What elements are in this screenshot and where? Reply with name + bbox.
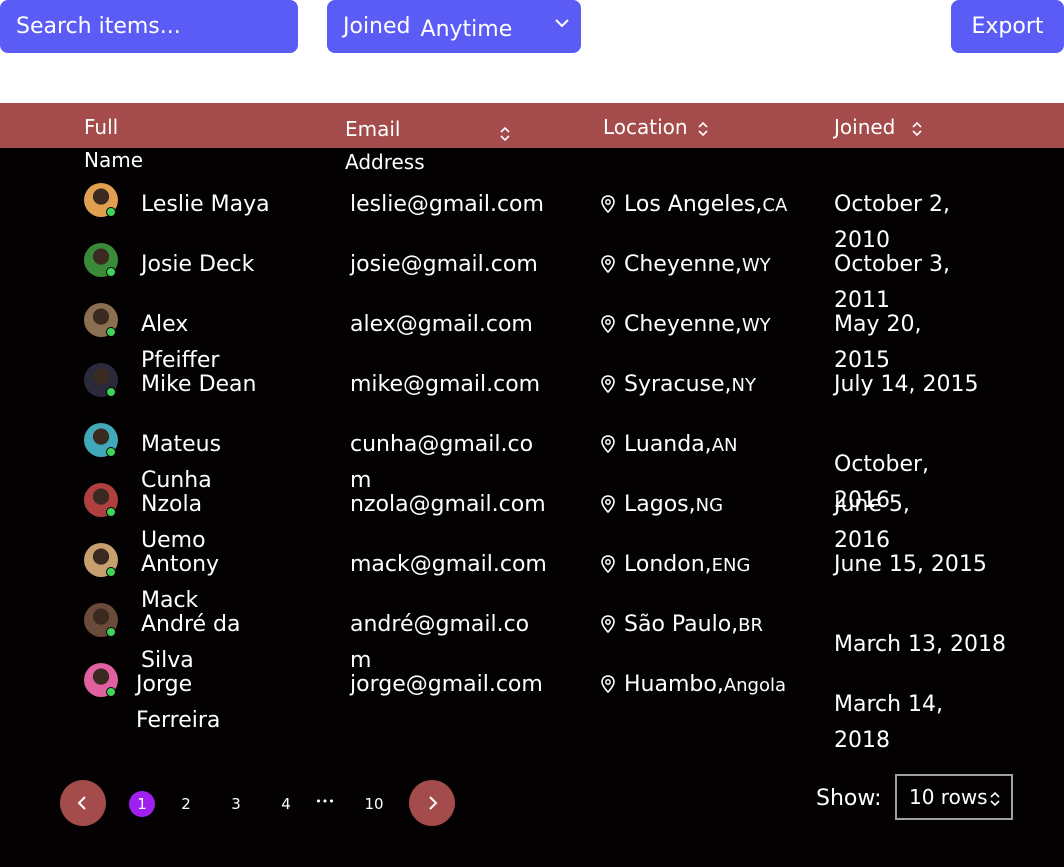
prev-page-button[interactable] bbox=[60, 780, 106, 826]
joined-filter-dropdown[interactable]: Joined Anytime bbox=[327, 0, 581, 53]
user-location: Luanda,AN bbox=[600, 427, 737, 464]
location-city: São Paulo, bbox=[624, 612, 739, 637]
online-status-dot bbox=[106, 447, 116, 457]
location-state: AN bbox=[711, 435, 738, 456]
next-page-button[interactable] bbox=[409, 780, 455, 826]
user-email[interactable]: alex@gmail.com bbox=[350, 307, 550, 343]
page-1-button[interactable]: 1 bbox=[129, 791, 155, 817]
online-status-dot bbox=[106, 567, 116, 577]
online-status-dot bbox=[106, 207, 116, 217]
location-state: ENG bbox=[711, 555, 751, 576]
search-input[interactable] bbox=[0, 0, 298, 53]
location-city: Los Angeles, bbox=[624, 192, 763, 217]
location-state: Angola bbox=[723, 675, 787, 696]
location-city: Luanda, bbox=[624, 432, 712, 457]
user-location: Los Angeles,CA bbox=[600, 187, 787, 224]
user-joined-date: March 14, 2018 bbox=[834, 692, 944, 753]
column-header-joined[interactable]: Joined bbox=[834, 111, 922, 144]
user-email[interactable]: mack@gmail.com bbox=[350, 547, 550, 583]
column-header-location[interactable]: Location bbox=[603, 111, 708, 144]
user-joined-date: July 14, 2015 bbox=[834, 372, 979, 397]
rows-value: 10 rows bbox=[909, 785, 988, 809]
online-status-dot bbox=[106, 387, 116, 397]
location-pin-icon bbox=[601, 495, 615, 514]
user-email[interactable]: nzola@gmail.com bbox=[350, 487, 550, 523]
location-city: Cheyenne, bbox=[624, 312, 742, 337]
user-name: Mike Dean bbox=[141, 372, 257, 397]
table-row[interactable]: Josie Deck josie@gmail.com Cheyenne,WY Octo… bbox=[0, 243, 1064, 313]
page-10-button[interactable]: 10 bbox=[361, 791, 387, 817]
online-status-dot bbox=[106, 687, 116, 697]
chevron-left-icon bbox=[77, 796, 86, 810]
location-pin-icon bbox=[601, 195, 615, 214]
table-row[interactable]: Leslie Maya leslie@gmail.com Los Angeles,C… bbox=[0, 183, 1064, 253]
location-pin-icon bbox=[601, 435, 615, 454]
export-label: Export bbox=[971, 14, 1044, 39]
column-header-name[interactable]: Full Name bbox=[84, 111, 174, 177]
show-rows-label: Show: bbox=[816, 786, 882, 811]
location-state: NY bbox=[731, 375, 757, 396]
user-location: Cheyenne,WY bbox=[600, 307, 771, 344]
user-location: Syracuse,NY bbox=[600, 367, 756, 404]
sort-icon bbox=[912, 121, 922, 137]
online-status-dot bbox=[106, 627, 116, 637]
filter-label: Joined bbox=[343, 14, 411, 39]
location-pin-icon bbox=[601, 555, 615, 574]
sort-icon bbox=[698, 121, 708, 137]
user-location: Huambo,Angola bbox=[600, 667, 786, 704]
table-row[interactable]: Mike Dean mike@gmail.com Syracuse,NY July 1… bbox=[0, 363, 1064, 423]
location-state: WY bbox=[741, 315, 771, 336]
user-name: Josie Deck bbox=[141, 252, 255, 277]
location-pin-icon bbox=[601, 675, 615, 694]
user-name: Jorge Ferreira bbox=[136, 672, 221, 733]
online-status-dot bbox=[106, 327, 116, 337]
users-table: Full Name Email Address Location Joined … bbox=[0, 103, 1064, 867]
rows-per-page-select[interactable]: 10 rows bbox=[895, 774, 1013, 820]
table-row[interactable]: Jorge Ferreira jorge@gmail.com Huambo,Ango… bbox=[0, 663, 1064, 753]
page-3-button[interactable]: 3 bbox=[223, 791, 249, 817]
chevron-down-icon bbox=[555, 19, 569, 28]
location-pin-icon bbox=[601, 375, 615, 394]
table-row[interactable]: Mateus Cunha cunha@gmail.com Luanda,AN Octo… bbox=[0, 423, 1064, 513]
chevron-right-icon bbox=[429, 796, 438, 810]
table-row[interactable]: Nzola Uemo nzola@gmail.com Lagos,NG June 5,… bbox=[0, 483, 1064, 553]
user-location: London,ENG bbox=[600, 547, 750, 584]
location-state: NG bbox=[695, 495, 724, 516]
location-pin-icon bbox=[601, 255, 615, 274]
export-button[interactable]: Export bbox=[951, 0, 1064, 53]
user-location: São Paulo,BR bbox=[600, 607, 763, 644]
location-pin-icon bbox=[601, 615, 615, 634]
location-state: CA bbox=[762, 195, 788, 216]
location-city: London, bbox=[624, 552, 712, 577]
sort-icon bbox=[500, 126, 510, 142]
column-header-email[interactable]: Email Address bbox=[345, 113, 510, 179]
user-joined-date: March 13, 2018 bbox=[834, 632, 1007, 657]
page-2-button[interactable]: 2 bbox=[173, 791, 199, 817]
filter-value: Anytime bbox=[420, 17, 513, 42]
select-arrows-icon bbox=[990, 791, 1000, 807]
location-city: Lagos, bbox=[624, 492, 696, 517]
table-row[interactable]: Antony Mack mack@gmail.com London,ENG June … bbox=[0, 543, 1064, 613]
user-email[interactable]: mike@gmail.com bbox=[350, 367, 550, 403]
location-city: Huambo, bbox=[624, 672, 724, 697]
online-status-dot bbox=[106, 267, 116, 277]
user-email[interactable]: jorge@gmail.com bbox=[350, 667, 550, 703]
user-location: Lagos,NG bbox=[600, 487, 723, 524]
location-city: Cheyenne, bbox=[624, 252, 742, 277]
user-joined-date: June 15, 2015 bbox=[834, 552, 987, 577]
user-email[interactable]: josie@gmail.com bbox=[350, 247, 550, 283]
user-location: Cheyenne,WY bbox=[600, 247, 771, 284]
pagination-ellipsis: ••• bbox=[315, 795, 335, 808]
location-state: BR bbox=[738, 615, 764, 636]
page-4-button[interactable]: 4 bbox=[273, 791, 299, 817]
location-state: WY bbox=[741, 255, 771, 276]
location-pin-icon bbox=[601, 315, 615, 334]
online-status-dot bbox=[106, 507, 116, 517]
user-name: Leslie Maya bbox=[141, 192, 270, 217]
location-city: Syracuse, bbox=[624, 372, 732, 397]
table-row[interactable]: André da Silva andré@gmail.com São Paulo,B… bbox=[0, 603, 1064, 673]
table-row[interactable]: Alex Pfeiffer alex@gmail.com Cheyenne,WY Ma… bbox=[0, 303, 1064, 373]
user-email[interactable]: leslie@gmail.com bbox=[350, 187, 550, 223]
